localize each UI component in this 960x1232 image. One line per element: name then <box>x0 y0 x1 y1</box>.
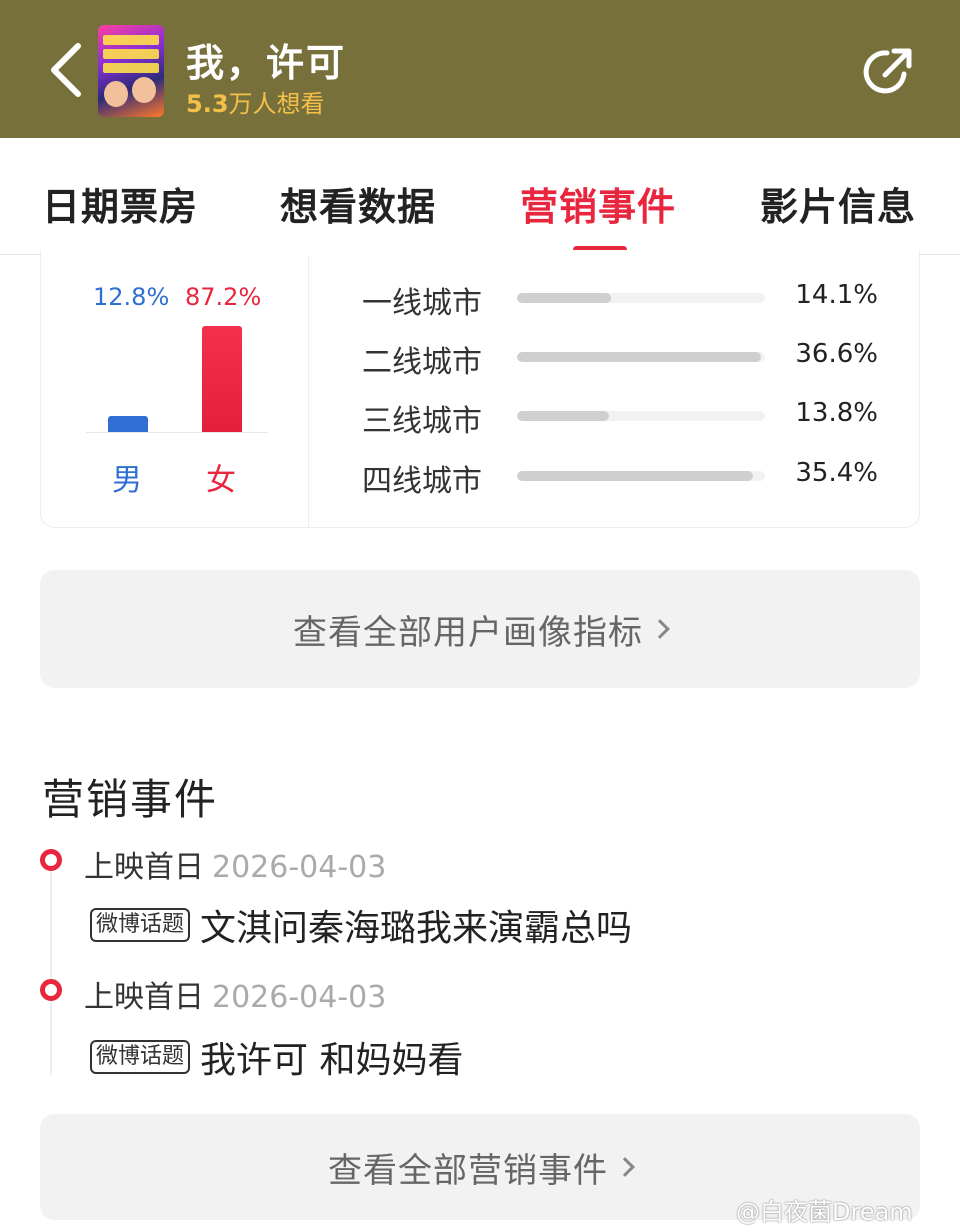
city-tier-label: 三线城市 <box>362 404 482 439</box>
chevron-right-icon <box>615 1157 635 1177</box>
male-percent: 12.8% <box>93 283 170 311</box>
event-item[interactable]: 微博话题 我许可 和妈妈看 <box>90 1031 463 1083</box>
city-tier-label: 二线城市 <box>362 345 482 380</box>
city-tier-value: 36.6% <box>795 339 878 369</box>
section-title-marketing-events: 营销事件 <box>42 775 219 824</box>
chevron-right-icon <box>650 619 670 639</box>
event-text: 我许可 和妈妈看 <box>200 1040 464 1081</box>
city-tier-label: 四线城市 <box>362 464 482 499</box>
city-bar-fill <box>517 411 610 421</box>
timeline-dot-icon <box>40 849 62 871</box>
male-bar <box>108 415 148 432</box>
city-row-tier4: 四线城市 35.4% <box>362 456 882 499</box>
city-bar-fill <box>517 352 762 362</box>
female-bar <box>202 326 242 432</box>
weibo-topic-tag: 微博话题 <box>90 908 191 942</box>
city-row-tier3: 三线城市 13.8% <box>362 396 882 439</box>
female-label: 女 <box>206 463 236 498</box>
event-type: 上映首日 <box>84 850 204 885</box>
event-date: 2026-04-03 <box>212 980 387 1015</box>
movie-header: 我，许可 5.3万人想看 <box>0 0 960 138</box>
chevron-left-icon <box>51 43 81 97</box>
event-item[interactable]: 微博话题 文淇问秦海璐我来演霸总吗 <box>90 899 632 951</box>
movie-title: 我，许可 <box>186 41 347 85</box>
timeline-dot-icon <box>40 979 62 1001</box>
city-row-tier1: 一线城市 14.1% <box>362 278 882 321</box>
timeline-line <box>50 870 52 1075</box>
share-button[interactable] <box>860 44 916 100</box>
tab-want-data[interactable]: 想看数据 <box>280 176 436 231</box>
city-bar-track <box>517 471 765 481</box>
city-row-tier2: 二线城市 36.6% <box>362 337 882 380</box>
tab-bar: 日期票房 想看数据 营销事件 影片信息 <box>0 138 960 255</box>
city-tier-value: 13.8% <box>795 398 878 428</box>
event-date: 2026-04-03 <box>212 850 387 885</box>
city-bar-fill <box>517 471 754 481</box>
event-meta: 上映首日 2026-04-03 <box>84 842 386 886</box>
movie-poster[interactable] <box>98 25 164 117</box>
want-to-watch-count: 5.3万人想看 <box>186 84 325 119</box>
event-text: 文淇问秦海璐我来演霸总吗 <box>200 908 633 949</box>
want-count-number: 5.3 <box>186 90 229 118</box>
event-meta: 上映首日 2026-04-03 <box>84 972 386 1016</box>
gender-chart-baseline <box>86 432 268 433</box>
city-tier-value: 14.1% <box>795 280 878 310</box>
city-bar-track <box>517 352 765 362</box>
city-bar-fill <box>517 293 612 303</box>
back-button[interactable] <box>40 38 96 102</box>
city-tier-label: 一线城市 <box>362 286 482 321</box>
watermark: @白夜菌Dream <box>736 1198 913 1226</box>
view-all-events-label: 查看全部营销事件 <box>328 1150 608 1191</box>
city-bar-track <box>517 411 765 421</box>
want-count-suffix: 万人想看 <box>228 90 325 118</box>
share-icon <box>863 48 912 94</box>
card-divider <box>308 256 309 528</box>
view-all-profile-button[interactable]: 查看全部用户画像指标 <box>40 570 920 688</box>
event-type: 上映首日 <box>84 980 204 1015</box>
city-bar-track <box>517 293 765 303</box>
male-label: 男 <box>112 463 142 498</box>
female-percent: 87.2% <box>185 283 262 311</box>
weibo-topic-tag: 微博话题 <box>90 1040 191 1074</box>
tab-film-info[interactable]: 影片信息 <box>760 176 916 231</box>
city-tier-value: 35.4% <box>795 458 878 488</box>
tab-marketing-events[interactable]: 营销事件 <box>520 176 676 231</box>
tab-daily-box-office[interactable]: 日期票房 <box>42 176 198 231</box>
view-all-profile-label: 查看全部用户画像指标 <box>293 612 643 653</box>
